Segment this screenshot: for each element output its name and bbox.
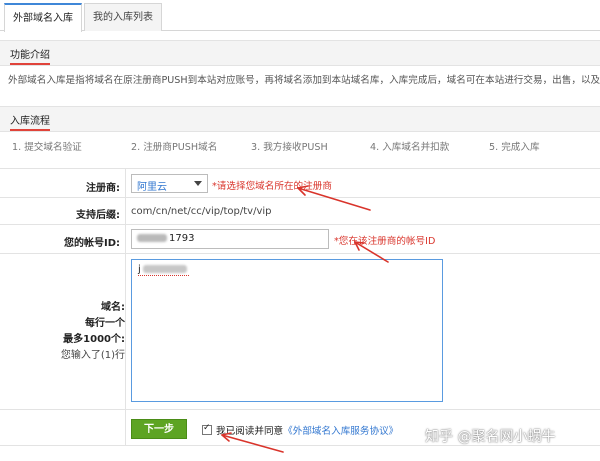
tab-external-domain-import[interactable]: 外部域名入库 xyxy=(4,3,82,32)
registrar-hint: *请选择您域名所在的注册商 xyxy=(212,181,332,192)
step-3: 3. 我方接收PUSH xyxy=(251,142,328,153)
step-4: 4. 入库域名并扣款 xyxy=(370,142,450,153)
step-1: 1. 提交域名验证 xyxy=(12,142,82,153)
registrar-label: 注册商: xyxy=(86,183,120,194)
domain-label-block: 域名: 每行一个 最多1000个: 您输入了(1)行 xyxy=(0,300,125,364)
chevron-down-icon xyxy=(194,181,202,186)
account-id-input[interactable]: 1793 xyxy=(131,229,329,249)
process-steps: 1. 提交域名验证 2. 注册商PUSH域名 3. 我方接收PUSH 4. 入库… xyxy=(0,131,600,157)
redacted-mask xyxy=(142,265,187,273)
intro-description: 外部域名入库是指将域名在原注册商PUSH到本站对应账号，再将域名添加到本站域名库… xyxy=(8,75,600,86)
next-step-button[interactable]: 下一步 xyxy=(131,419,187,439)
step-2: 2. 注册商PUSH域名 xyxy=(131,142,218,153)
form-column-divider xyxy=(125,168,126,446)
domain-line-count: 您输入了(1)行 xyxy=(60,350,125,361)
agree-checkbox[interactable] xyxy=(202,423,212,435)
domain-per-line-label: 每行一个 xyxy=(85,318,125,329)
domain-entry: j xyxy=(138,264,189,276)
agree-text: 我已阅读并同意 xyxy=(216,426,284,437)
service-agreement-link[interactable]: 《外部域名入库服务协议》 xyxy=(283,426,398,437)
account-id-value: 1793 xyxy=(169,233,195,244)
registrar-select[interactable]: 阿里云 xyxy=(131,174,208,193)
registrar-selected-value: 阿里云 xyxy=(137,182,167,193)
step-5: 5. 完成入库 xyxy=(489,142,540,153)
intro-section-header: 功能介绍 xyxy=(0,40,600,66)
account-hint: *您在该注册商的帐号ID xyxy=(334,236,436,247)
agreement: 我已阅读并同意《外部域名入库服务协议》 xyxy=(202,423,398,437)
intro-title: 功能介绍 xyxy=(10,46,50,65)
tab-my-import-list[interactable]: 我的入库列表 xyxy=(84,3,162,31)
supported-suffixes: com/cn/net/cc/vip/top/tv/vip xyxy=(131,206,272,217)
zhihu-watermark: 知乎 @聚名网小蜗牛 xyxy=(425,429,556,445)
suffix-row: 支持后缀: xyxy=(0,198,600,225)
domain-max-label: 最多1000个: xyxy=(63,334,125,345)
account-label: 您的帐号ID: xyxy=(63,238,120,249)
tab-bar: 外部域名入库 我的入库列表 xyxy=(0,0,600,32)
process-title: 入库流程 xyxy=(10,112,50,131)
suffix-label: 支持后缀: xyxy=(76,210,120,221)
domain-label: 域名: xyxy=(101,302,125,313)
redacted-mask xyxy=(137,234,167,242)
process-section-header: 入库流程 xyxy=(0,106,600,132)
domain-list-textarea[interactable]: j xyxy=(131,259,443,402)
